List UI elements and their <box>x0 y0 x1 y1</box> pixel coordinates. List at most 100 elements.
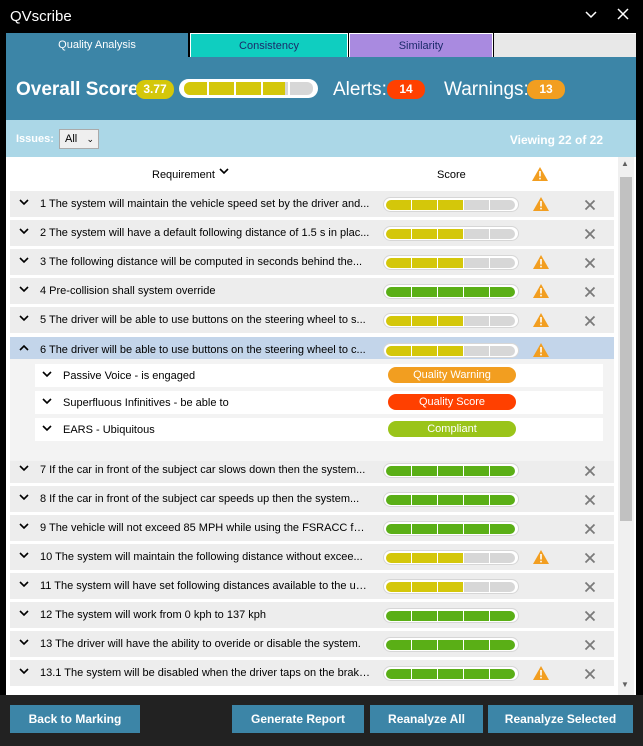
requirement-row[interactable]: 13.1 The system will be disabled when th… <box>10 660 614 686</box>
score-bar-segment <box>464 640 489 650</box>
dismiss-icon[interactable] <box>584 551 596 568</box>
score-bar <box>383 492 519 507</box>
issue-text: Passive Voice - is engaged <box>63 370 196 382</box>
score-bar-segment <box>490 524 515 534</box>
issues-filter-select[interactable]: All ⌄ <box>59 129 99 149</box>
score-bar-segment <box>412 287 437 297</box>
close-icon <box>617 8 629 20</box>
requirement-text: 9 The vehicle will not exceed 85 MPH whi… <box>40 522 370 534</box>
score-bar-segment <box>412 346 437 356</box>
requirement-row[interactable]: 5 The driver will be able to use buttons… <box>10 307 614 333</box>
requirement-row[interactable]: 3 The following distance will be compute… <box>10 249 614 275</box>
reanalyze-selected-button[interactable]: Reanalyze Selected <box>488 705 633 733</box>
reanalyze-all-button[interactable]: Reanalyze All <box>370 705 483 733</box>
chevron-down-icon[interactable] <box>18 197 30 209</box>
score-bar-segment <box>464 346 489 356</box>
score-bar-segment <box>490 258 515 268</box>
dismiss-icon[interactable] <box>584 464 596 481</box>
dismiss-icon[interactable] <box>584 638 596 655</box>
requirement-row[interactable]: 11 The system will have set following di… <box>10 573 614 599</box>
warning-icon <box>533 197 549 216</box>
chevron-down-icon[interactable] <box>42 423 52 436</box>
chevron-down-icon[interactable] <box>42 396 52 409</box>
requirement-row[interactable]: 2 The system will have a default followi… <box>10 220 614 246</box>
requirement-row[interactable]: 1 The system will maintain the vehicle s… <box>10 191 614 217</box>
score-bar-segment <box>438 553 463 563</box>
dismiss-icon[interactable] <box>584 522 596 539</box>
tab-similarity[interactable]: Similarity <box>349 33 493 57</box>
score-bar <box>383 255 519 270</box>
alerts-label: Alerts: <box>333 79 387 100</box>
chevron-down-icon[interactable] <box>18 255 30 267</box>
back-to-marking-button[interactable]: Back to Marking <box>10 705 140 733</box>
dismiss-icon[interactable] <box>584 609 596 626</box>
issue-row[interactable]: Superfluous Infinitives - be able to Qual… <box>35 391 603 414</box>
dismiss-icon[interactable] <box>584 256 596 273</box>
dismiss-icon[interactable] <box>584 285 596 302</box>
score-bar-segment <box>464 316 489 326</box>
issue-text: EARS - Ubiquitous <box>63 424 155 436</box>
score-bar-segment <box>386 495 411 505</box>
chevron-down-icon[interactable] <box>18 550 30 562</box>
tab-quality-analysis[interactable]: Quality Analysis <box>6 33 188 57</box>
requirement-row[interactable]: 12 The system will work from 0 kph to 13… <box>10 602 614 628</box>
overall-score-label: Overall Score: <box>16 79 145 100</box>
requirement-column-header[interactable]: Requirement <box>152 169 215 181</box>
score-bar-segment <box>438 200 463 210</box>
issue-status-badge: Compliant <box>388 421 516 437</box>
issues-filter-bar: Issues: All ⌄ Viewing 22 of 22 <box>6 120 636 157</box>
requirement-row[interactable]: 9 The vehicle will not exceed 85 MPH whi… <box>10 515 614 541</box>
issue-row[interactable]: EARS - Ubiquitous Compliant <box>35 418 603 441</box>
score-bar-segment <box>386 553 411 563</box>
tab-consistency[interactable]: Consistency <box>190 33 348 57</box>
requirement-text: 6 The driver will be able to use buttons… <box>40 344 366 356</box>
alerts-badge: 14 <box>387 80 425 99</box>
dismiss-icon[interactable] <box>584 493 596 510</box>
requirement-text: 13.1 The system will be disabled when th… <box>40 667 370 679</box>
chevron-down-icon[interactable] <box>18 608 30 620</box>
chevron-down-icon[interactable] <box>42 369 52 382</box>
sort-chevron-icon[interactable] <box>219 166 229 179</box>
issues-label: Issues: <box>16 133 54 145</box>
score-bar-segment <box>438 258 463 268</box>
scroll-up-icon[interactable]: ▲ <box>621 159 629 168</box>
chevron-down-icon[interactable] <box>18 637 30 649</box>
list-scrollbar[interactable]: ▲ ▼ <box>618 157 634 695</box>
chevron-down-icon[interactable] <box>18 579 30 591</box>
tab-bar-filler <box>494 33 636 57</box>
generate-report-button[interactable]: Generate Report <box>232 705 364 733</box>
score-bar-segment <box>438 346 463 356</box>
scroll-thumb[interactable] <box>620 177 632 521</box>
dismiss-icon[interactable] <box>584 227 596 244</box>
scroll-down-icon[interactable]: ▼ <box>621 680 629 689</box>
chevron-down-icon[interactable] <box>18 666 30 678</box>
chevron-down-icon[interactable] <box>18 463 30 475</box>
dismiss-icon[interactable] <box>584 198 596 215</box>
score-bar-segment <box>490 495 515 505</box>
warning-icon <box>533 255 549 274</box>
chevron-down-icon[interactable] <box>18 492 30 504</box>
chevron-up-icon[interactable] <box>18 343 30 355</box>
score-bar <box>383 550 519 565</box>
score-bar-segment <box>464 258 489 268</box>
chevron-down-icon[interactable] <box>18 284 30 296</box>
dismiss-icon[interactable] <box>584 667 596 684</box>
dismiss-icon[interactable] <box>584 580 596 597</box>
chevron-down-icon[interactable] <box>18 521 30 533</box>
footer-bar: Back to Marking Generate Report Reanalyz… <box>0 695 643 746</box>
issue-row[interactable]: Passive Voice - is engaged Quality Warnin… <box>35 364 603 387</box>
close-window-button[interactable] <box>612 6 634 28</box>
score-bar-segment <box>464 200 489 210</box>
minimize-button[interactable] <box>580 6 602 28</box>
requirement-row[interactable]: 10 The system will maintain the followin… <box>10 544 614 570</box>
requirement-row[interactable]: 8 If the car in front of the subject car… <box>10 486 614 512</box>
requirement-row[interactable]: 13 The driver will have the ability to o… <box>10 631 614 657</box>
chevron-down-icon[interactable] <box>18 226 30 238</box>
score-bar-segment <box>386 669 411 679</box>
dismiss-icon[interactable] <box>584 314 596 331</box>
requirement-row[interactable]: 4 Pre-collision shall system override <box>10 278 614 304</box>
chevron-down-icon[interactable] <box>18 313 30 325</box>
score-bar-segment <box>412 611 437 621</box>
score-bar-segment <box>490 229 515 239</box>
requirement-text: 4 Pre-collision shall system override <box>40 285 216 297</box>
